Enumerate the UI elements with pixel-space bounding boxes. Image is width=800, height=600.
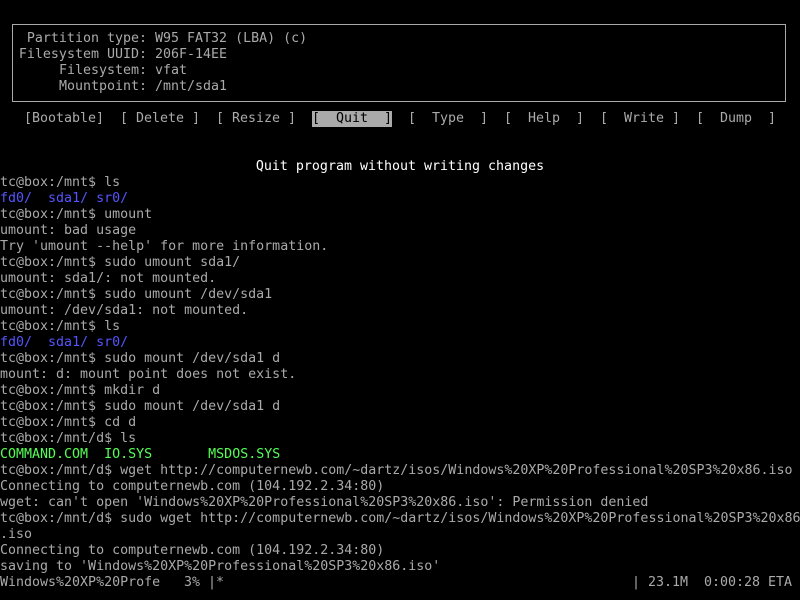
terminal-line: umount: /dev/sda1: not mounted. [0, 303, 249, 318]
bootable-button[interactable]: [Bootable] [24, 111, 104, 127]
terminal-line: tc@box:/mnt$ mkdir d [0, 383, 161, 398]
file-entry: MSDOS.SYS [208, 447, 281, 462]
delete-button[interactable]: [ Delete ] [120, 111, 200, 127]
dir-entry: sr0/ [96, 191, 129, 206]
action-menu: [Bootable] [ Delete ] [ Resize ] [ Quit … [0, 111, 800, 127]
terminal-line: tc@box:/mnt/d$ ls [0, 431, 137, 446]
progress-filename: Windows%20XP%20Profe [0, 575, 161, 590]
dump-button[interactable]: [ Dump ] [696, 111, 776, 127]
terminal-line: fd0/ sda1/ sr0/ [0, 335, 800, 351]
file-entry: COMMAND.COM [0, 447, 89, 462]
progress-bar-right: | [632, 575, 641, 590]
progress-percent: 3% [184, 575, 201, 590]
dir-entry: sda1/ [48, 335, 89, 350]
resize-button[interactable]: [ Resize ] [216, 111, 296, 127]
terminal-line: tc@box:/mnt$ cd d [0, 415, 137, 430]
terminal-line: tc@box:/mnt/d$ sudo wget http://computer… [0, 511, 800, 526]
partition-type-label: Partition type: [26, 31, 147, 46]
progress-size: 23.1M [648, 575, 689, 590]
write-button[interactable]: [ Write ] [600, 111, 680, 127]
terminal-line: tc@box:/mnt$ sudo mount /dev/sda1 d [0, 351, 281, 366]
terminal-line: COMMAND.COM IO.SYS MSDOS.SYS [0, 447, 800, 463]
terminal-line: tc@box:/mnt$ sudo mount /dev/sda1 d [0, 399, 281, 414]
download-progress: Windows%20XP%20Profe 3% |* | 23.1M 0:00:… [0, 575, 800, 591]
terminal-line: .iso [0, 527, 33, 542]
type-button[interactable]: [ Type ] [408, 111, 488, 127]
file-entry: IO.SYS [104, 447, 153, 462]
terminal-line: umount: sda1/: not mounted. [0, 271, 217, 286]
mountpoint-label: Mountpoint: [58, 79, 147, 94]
filesystem-row: Filesystem: vfat [17, 63, 187, 79]
help-button[interactable]: [ Help ] [504, 111, 584, 127]
filesystem-uuid-label: Filesystem UUID: [18, 47, 147, 62]
terminal-line: tc@box:/mnt$ sudo umount /dev/sda1 [0, 287, 273, 302]
terminal-line: Connecting to computernewb.com (104.192.… [0, 543, 385, 558]
status-message: Quit program without writing changes [255, 159, 545, 174]
terminal-line: fd0/ sda1/ sr0/ [0, 191, 800, 207]
terminal-line: umount: bad usage [0, 223, 137, 238]
terminal-line: tc@box:/mnt$ sudo umount sda1/ [0, 255, 241, 270]
quit-button[interactable]: [ Quit ] [312, 111, 393, 127]
filesystem-uuid-value: 206F-14EE [155, 47, 228, 62]
terminal-line: Connecting to computernewb.com (104.192.… [0, 479, 385, 494]
terminal-line: tc@box:/mnt/d$ wget http://computernewb.… [0, 463, 793, 478]
partition-info-panel: Partition type: W95 FAT32 (LBA) (c) File… [12, 24, 786, 102]
terminal-line: tc@box:/mnt$ umount [0, 207, 153, 222]
terminal-line: wget: can't open 'Windows%20XP%20Profess… [0, 495, 649, 510]
terminal-line: mount: d: mount point does not exist. [0, 367, 297, 382]
filesystem-uuid-row: Filesystem UUID: 206F-14EE [17, 47, 227, 63]
terminal-line: tc@box:/mnt$ ls [0, 319, 121, 334]
terminal-line: saving to 'Windows%20XP%20Professional%2… [0, 559, 441, 574]
progress-bar-left: |* [208, 575, 225, 590]
mountpoint-row: Mountpoint: /mnt/sda1 [17, 79, 227, 95]
dir-entry: sda1/ [48, 191, 89, 206]
progress-eta: 0:00:28 ETA [704, 575, 793, 590]
terminal-output: tc@box:/mnt$ ls fd0/ sda1/ sr0/ tc@box:/… [0, 175, 800, 575]
filesystem-label: Filesystem: [58, 63, 147, 78]
dir-entry: fd0/ [0, 335, 33, 350]
mountpoint-value: /mnt/sda1 [155, 79, 228, 94]
terminal-line: tc@box:/mnt$ ls [0, 175, 121, 190]
dir-entry: sr0/ [96, 335, 129, 350]
partition-type-value: W95 FAT32 (LBA) (c) [155, 31, 308, 46]
dir-entry: fd0/ [0, 191, 33, 206]
filesystem-value: vfat [155, 63, 188, 78]
partition-type-row: Partition type: W95 FAT32 (LBA) (c) [17, 31, 307, 47]
terminal-line: Try 'umount --help' for more information… [0, 239, 329, 254]
